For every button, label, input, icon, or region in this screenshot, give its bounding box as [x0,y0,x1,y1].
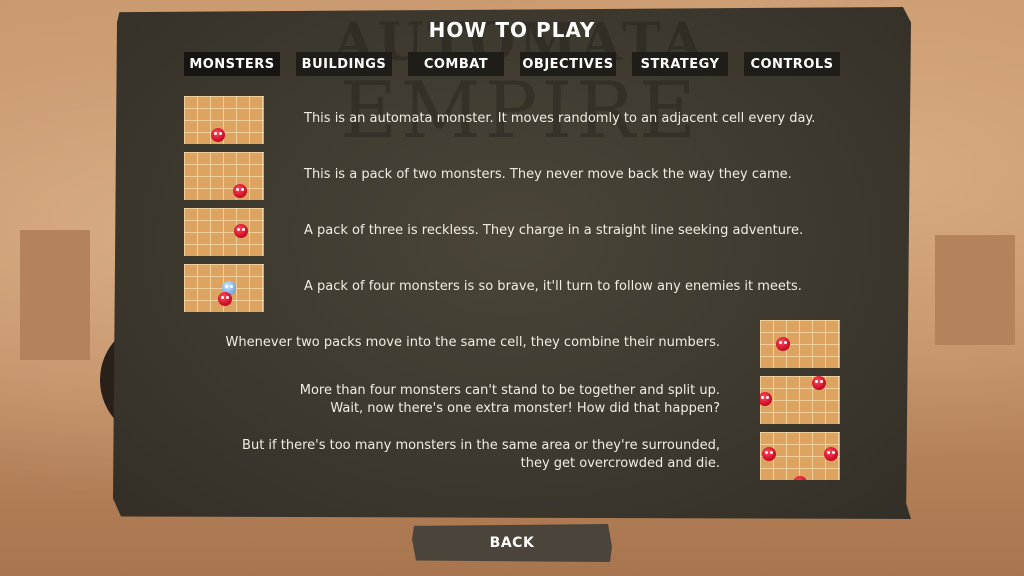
tab-buildings[interactable]: BUILDINGS [296,52,392,76]
monster-description-6: More than four monsters can't stand to b… [300,382,720,418]
background-building-left [20,230,90,360]
pack-of-two-grid [184,152,264,200]
tab-strategy[interactable]: STRATEGY [632,52,728,76]
back-button[interactable]: BACK [412,524,612,562]
monster-description-4: A pack of four monsters is so brave, it'… [304,279,802,294]
monster-description-5: Whenever two packs move into the same ce… [225,335,720,350]
monster-icon [812,376,826,390]
monster-icon [233,184,247,198]
monster-icon [234,224,248,238]
monster-icon [776,337,790,351]
tab-controls[interactable]: CONTROLS [744,52,840,76]
tab-objectives[interactable]: OBJECTIVES [520,52,616,76]
monster-description-7: But if there's too many monsters in the … [242,437,720,473]
monster-icon [218,292,232,306]
tab-monsters[interactable]: MONSTERS [184,52,280,76]
split-grid [760,376,840,424]
background-building-right [935,235,1015,345]
pack-of-four-grid [184,264,264,312]
single-monster-grid [184,96,264,144]
combine-grid [760,320,840,368]
monster-icon [760,392,772,406]
overcrowded-grid [760,432,840,480]
monster-description-6-line-2: Wait, now there's one extra monster! How… [330,401,720,416]
monster-description-3: A pack of three is reckless. They charge… [304,223,804,238]
tab-combat[interactable]: COMBAT [408,52,504,76]
monster-icon [793,476,807,480]
monster-description-6-line-1: More than four monsters can't stand to b… [299,383,720,398]
monster-description-7-line-2: they get overcrowded and die. [520,456,720,471]
page-title: HOW TO PLAY [428,18,596,42]
monster-icon [762,447,776,461]
pack-of-three-grid [184,208,264,256]
monster-description-7-line-1: But if there's too many monsters in the … [242,438,720,453]
monster-description-2: This is a pack of two monsters. They nev… [304,167,792,182]
monster-description-1: This is an automata monster. It moves ra… [304,111,816,126]
monster-icon [211,128,225,142]
monster-icon [824,447,838,461]
